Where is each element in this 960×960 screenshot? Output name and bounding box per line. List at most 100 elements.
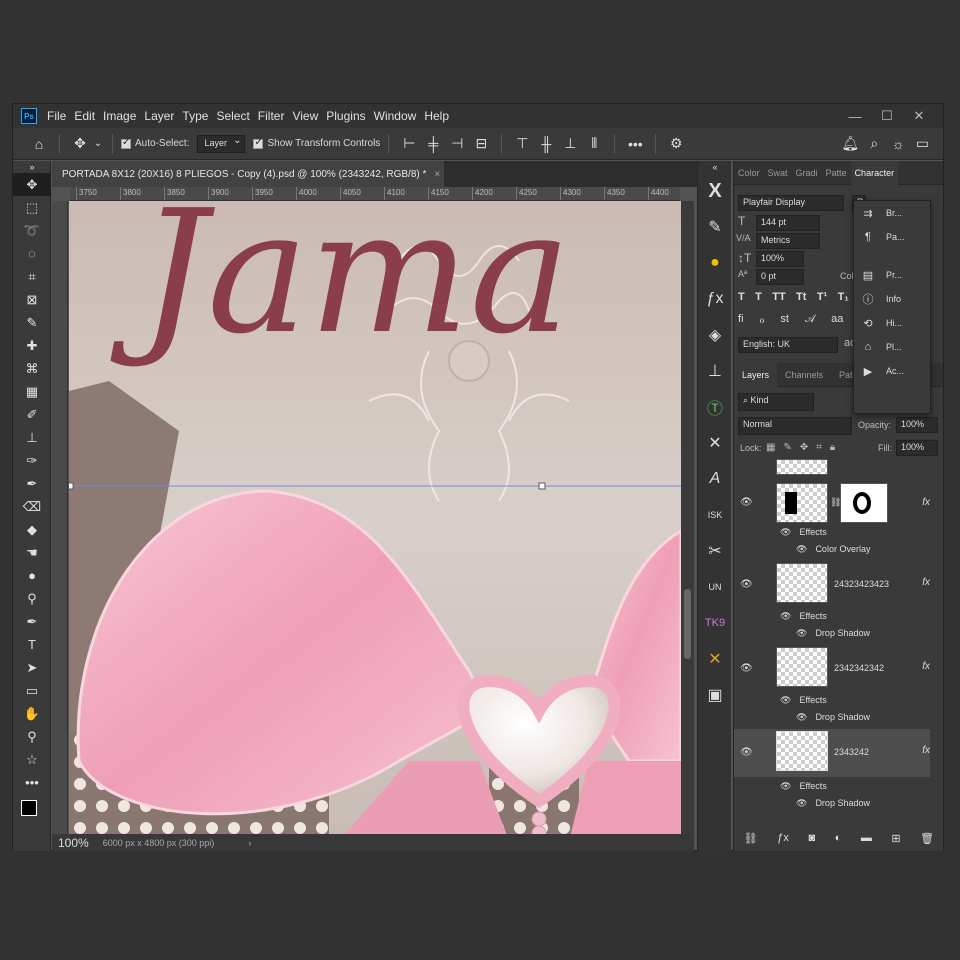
- flyout-item[interactable]: ⌂ Pl...: [854, 335, 930, 359]
- lock-icons[interactable]: ▦✎✥⌗🔒︎: [766, 442, 843, 453]
- align-right-icon[interactable]: ⊣: [445, 132, 469, 156]
- ligatures-button[interactable]: ﬁ: [738, 313, 744, 331]
- collapse-strip-icon[interactable]: «: [698, 161, 732, 173]
- font-family-select[interactable]: Playfair Display: [738, 195, 844, 211]
- eye-icon[interactable]: 👁︎: [780, 781, 791, 791]
- align-middle-icon[interactable]: ╫: [534, 132, 558, 156]
- baseline-shift-field[interactable]: 0 pt: [756, 269, 804, 285]
- collapse-tools-icon[interactable]: »: [13, 161, 51, 173]
- lasso-tool[interactable]: ➰: [13, 219, 51, 242]
- dodge-tool[interactable]: ⚲: [13, 587, 51, 610]
- all-caps-button[interactable]: TT: [772, 291, 785, 309]
- small-caps-button[interactable]: Tt: [796, 291, 806, 309]
- link-layers-icon[interactable]: ⛓: [744, 832, 758, 845]
- distribute-icon[interactable]: ⊟: [469, 132, 493, 156]
- menu-file[interactable]: File: [47, 109, 74, 123]
- flyout-item[interactable]: ⓘ Info: [854, 287, 930, 311]
- new-layer-icon[interactable]: ⊞: [891, 832, 900, 845]
- new-group-icon[interactable]: ▬: [861, 832, 872, 844]
- italic-button[interactable]: T: [755, 291, 762, 309]
- add-mask-icon[interactable]: ◙: [808, 832, 815, 844]
- blend-mode-select[interactable]: Normal: [738, 417, 852, 435]
- content-aware-tool[interactable]: ▦: [13, 380, 51, 403]
- type-plugin-icon[interactable]: A: [698, 461, 732, 497]
- clone-stamp-tool[interactable]: ⊥: [13, 426, 51, 449]
- eraser-tool[interactable]: ⌫: [13, 495, 51, 518]
- layer-fx-icon[interactable]: fx: [922, 745, 930, 756]
- layer-fx-icon[interactable]: fx: [922, 577, 930, 588]
- history-brush-tool[interactable]: ✑: [13, 449, 51, 472]
- tab-swatches[interactable]: Swat: [764, 168, 792, 178]
- menu-select[interactable]: Select: [216, 109, 257, 123]
- scrollbar-thumb[interactable]: [684, 589, 691, 659]
- effect-row[interactable]: 👁︎ Drop Shadow: [796, 798, 870, 809]
- maximize-button[interactable]: ☐: [871, 104, 903, 128]
- layer-row[interactable]: 👁︎ ⛓ fx 👁︎ Effects 👁︎ Color Overlay: [734, 479, 944, 561]
- effects-row[interactable]: 👁︎ Effects: [780, 527, 827, 538]
- eye-icon[interactable]: 👁︎: [740, 663, 753, 674]
- document-canvas[interactable]: Jama: [69, 201, 681, 834]
- workspace-icon[interactable]: ▭: [910, 132, 934, 156]
- old-style-button[interactable]: ℴ: [759, 313, 764, 331]
- edit-toolbar-icon[interactable]: •••: [13, 771, 51, 794]
- bell-icon[interactable]: 🔔︎: [838, 132, 862, 156]
- distribute-vertical-icon[interactable]: ⫴: [582, 132, 606, 156]
- drop-plugin-icon[interactable]: ●: [698, 245, 732, 281]
- vertical-scrollbar[interactable]: [681, 201, 694, 834]
- menu-filter[interactable]: Filter: [258, 109, 293, 123]
- effects-row[interactable]: 👁︎ Effects: [780, 695, 827, 706]
- erase-plugin-icon[interactable]: ◈: [698, 317, 732, 353]
- kerning-field[interactable]: Metrics: [756, 233, 820, 249]
- fx-icon[interactable]: ƒx: [777, 832, 789, 844]
- fill-field[interactable]: 100%: [896, 440, 938, 456]
- discretionary-button[interactable]: st: [780, 313, 789, 331]
- more-options-icon[interactable]: •••: [623, 132, 647, 156]
- menu-image[interactable]: Image: [103, 109, 144, 123]
- layer-name[interactable]: 2342342342: [834, 663, 884, 673]
- eye-icon[interactable]: 👁︎: [780, 611, 791, 621]
- adjustment-layer-icon[interactable]: ◐: [835, 832, 842, 844]
- star-icon[interactable]: ☆: [13, 748, 51, 771]
- eye-icon[interactable]: 👁︎: [796, 798, 807, 808]
- flyout-item[interactable]: ▶ Ac...: [854, 359, 930, 383]
- move-tool-icon[interactable]: ✥: [68, 132, 92, 156]
- zoom-level[interactable]: 100%: [58, 836, 89, 850]
- document-info[interactable]: 6000 px x 4800 px (300 ppi): [103, 838, 215, 848]
- tk7-plugin-icon[interactable]: Ⓣ: [698, 389, 732, 425]
- menu-edit[interactable]: Edit: [74, 109, 103, 123]
- minimize-button[interactable]: —: [839, 104, 871, 128]
- home-icon[interactable]: ⌂: [27, 132, 51, 156]
- menu-plugins[interactable]: Plugins: [326, 109, 373, 123]
- effect-row[interactable]: 👁︎ Drop Shadow: [796, 628, 870, 639]
- auto-select-checkbox[interactable]: Auto-Select:: [121, 137, 189, 149]
- tab-character[interactable]: Character: [850, 160, 899, 185]
- smudge-tool[interactable]: ☚: [13, 541, 51, 564]
- align-left-icon[interactable]: ⊢: [397, 132, 421, 156]
- crossed-tools-icon[interactable]: ✕: [698, 641, 732, 677]
- eye-icon[interactable]: 👁︎: [780, 695, 791, 705]
- effect-row[interactable]: 👁︎ Color Overlay: [796, 544, 870, 555]
- chevron-down-icon[interactable]: ⌄: [92, 132, 104, 156]
- patch-tool[interactable]: ⌘: [13, 357, 51, 380]
- flyout-item[interactable]: ▤ Pr...: [854, 263, 930, 287]
- pen-tool[interactable]: ✒: [13, 610, 51, 633]
- scissors-plugin-icon[interactable]: ✂: [698, 533, 732, 569]
- layer-row[interactable]: 👁︎ 24323423423 fx 👁︎ Effects 👁︎ Drop Shado…: [734, 563, 944, 645]
- tab-patterns[interactable]: Patte: [822, 168, 851, 178]
- tab-gradients[interactable]: Gradi: [792, 168, 822, 178]
- tk9-plugin-icon[interactable]: TK9: [698, 605, 732, 641]
- fx-plugin-icon[interactable]: ƒx: [698, 281, 732, 317]
- hand-tool[interactable]: ✋: [13, 702, 51, 725]
- layer-row[interactable]: 👁︎ 2342342342 fx 👁︎ Effects 👁︎ Drop Shadow: [734, 647, 944, 729]
- swash-button[interactable]: 𝒜: [805, 313, 815, 331]
- show-transform-checkbox[interactable]: Show Transform Controls: [253, 137, 380, 149]
- opacity-field[interactable]: 100%: [896, 417, 938, 433]
- auto-select-target-dropdown[interactable]: Layer: [197, 134, 246, 153]
- effects-row[interactable]: 👁︎ Effects: [780, 611, 827, 622]
- eye-icon[interactable]: 👁︎: [740, 747, 753, 758]
- layer-fx-icon[interactable]: fx: [922, 661, 930, 672]
- tools-plugin-icon[interactable]: ✕: [698, 425, 732, 461]
- search-icon[interactable]: ⌕: [862, 132, 886, 156]
- layer-name[interactable]: 24323423423: [834, 579, 889, 589]
- frame-tool[interactable]: ⊠: [13, 288, 51, 311]
